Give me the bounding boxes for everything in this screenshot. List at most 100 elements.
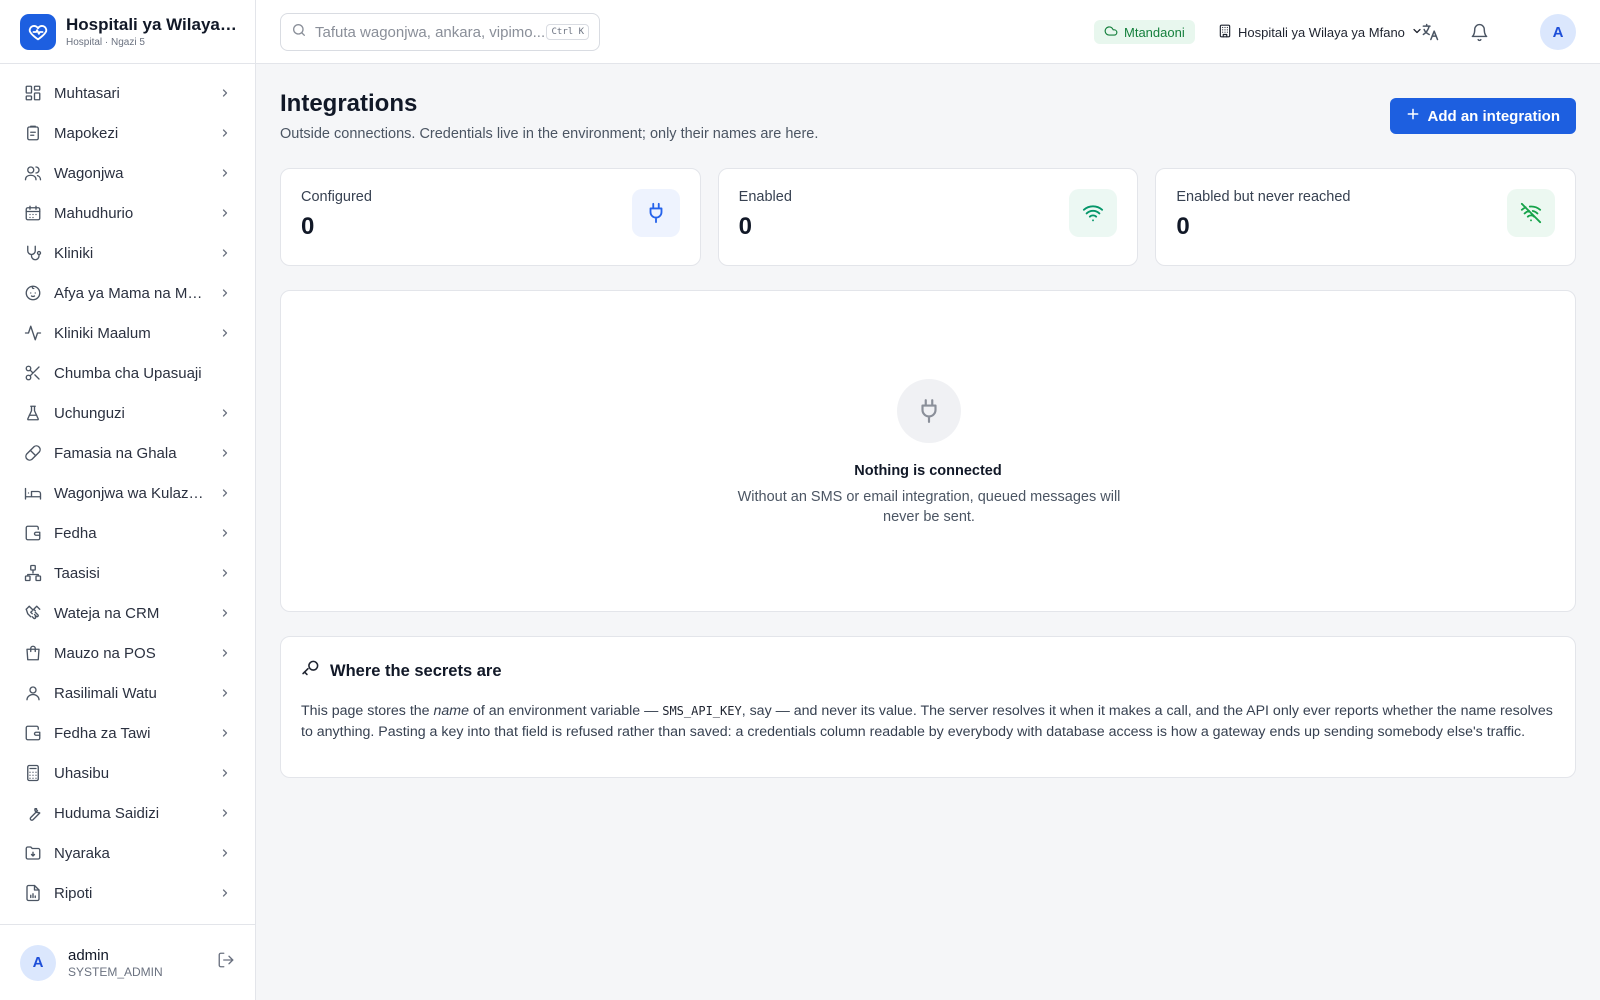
sidebar-item-label: Famasia na Ghala: [54, 444, 177, 462]
sidebar-item-fedha-za-tawi[interactable]: Fedha za Tawi: [0, 713, 255, 753]
stat-label: Configured: [301, 189, 372, 205]
sidebar-item-label: Mapokezi: [54, 124, 119, 142]
stethoscope-icon: [24, 244, 42, 262]
chevron-right-icon: [219, 407, 231, 419]
add-integration-label: Add an integration: [1427, 107, 1561, 125]
chevron-right-icon: [219, 727, 231, 739]
stat-label: Enabled: [738, 189, 792, 205]
sidebar-item-wateja-na-crm[interactable]: Wateja na CRM: [0, 593, 255, 633]
avatar[interactable]: A: [20, 944, 56, 981]
sidebar-item-chumba-cha-upasuaji[interactable]: Chumba cha Upasuaji: [0, 353, 255, 393]
sidebar-item-label: Huduma Saidizi: [54, 804, 160, 822]
users-icon: [24, 164, 42, 182]
sidebar-item-famasia-na-ghala[interactable]: Famasia na Ghala: [0, 433, 255, 473]
chevron-right-icon: [219, 487, 231, 499]
folder-icon: [24, 844, 42, 862]
cloud-icon: [1104, 24, 1118, 41]
user-icon: [24, 684, 42, 702]
empty-state: Nothing is connected Without an SMS or e…: [280, 290, 1576, 612]
chevron-right-icon: [219, 847, 231, 859]
secrets-panel: Where the secrets are This page stores t…: [280, 636, 1576, 778]
search-input[interactable]: [315, 23, 545, 41]
sidebar-item-kliniki-maalum[interactable]: Kliniki Maalum: [0, 313, 255, 353]
search-icon: [291, 22, 307, 43]
secrets-text-1: This page stores the: [301, 703, 434, 719]
sidebar-item-wagonjwa-wa-kulazwa[interactable]: Wagonjwa wa Kulazwa: [0, 473, 255, 513]
stats-row: Configured 0 Enabled 0 Enabled but never…: [280, 168, 1577, 266]
shopping-bag-icon: [24, 644, 42, 662]
activity-icon: [24, 324, 42, 342]
sidebar-item-nyaraka[interactable]: Nyaraka: [0, 833, 255, 873]
sidebar-nav: Muhtasari Mapokezi Wagonjwa Mahudhurio Klini…: [0, 64, 255, 913]
building-icon: [1218, 24, 1232, 41]
sidebar-item-kliniki[interactable]: Kliniki: [0, 233, 255, 273]
shortcut-hint: Ctrl K: [546, 24, 589, 40]
sidebar-item-label: Fedha za Tawi: [54, 724, 151, 742]
scissors-icon: [24, 364, 42, 382]
sidebar-item-mauzo-na-pos[interactable]: Mauzo na POS: [0, 633, 255, 673]
stat-value: 0: [301, 213, 315, 240]
secrets-description: This page stores the name of an environm…: [301, 701, 1555, 742]
chevron-right-icon: [219, 327, 231, 339]
chevron-right-icon: [219, 447, 231, 459]
plus-icon: [1406, 107, 1420, 125]
pill-icon: [24, 444, 42, 462]
handshake-icon: [24, 604, 42, 622]
sidebar-item-muhtasari[interactable]: Muhtasari: [0, 73, 255, 113]
chevron-right-icon: [219, 687, 231, 699]
facility-selector[interactable]: Hospitali ya Wilaya ya Mfano: [1218, 20, 1423, 44]
facility-name: Hospitali ya Wilaya ya Mfano: [1238, 24, 1405, 40]
sidebar-item-ripoti[interactable]: Ripoti: [0, 873, 255, 913]
topbar: Ctrl K Mtandaoni Hospitali ya Wilaya ya …: [256, 0, 1600, 64]
connection-status-label: Mtandaoni: [1124, 24, 1185, 40]
chevron-right-icon: [219, 767, 231, 779]
sidebar-item-afya-ya-mama-na-mtoto[interactable]: Afya ya Mama na Mtoto: [0, 273, 255, 313]
chevron-right-icon: [219, 607, 231, 619]
heart-logo-icon: [20, 13, 56, 50]
sidebar-item-mahudhurio[interactable]: Mahudhurio: [0, 193, 255, 233]
dashboard-icon: [24, 84, 42, 102]
empty-text: Without an SMS or email integration, que…: [737, 489, 1121, 525]
add-integration-button[interactable]: Add an integration: [1389, 98, 1576, 134]
sidebar-item-uchunguzi[interactable]: Uchunguzi: [0, 393, 255, 433]
report-icon: [24, 884, 42, 902]
sidebar-item-huduma-saidizi[interactable]: Huduma Saidizi: [0, 793, 255, 833]
sidebar-item-wagonjwa[interactable]: Wagonjwa: [0, 153, 255, 193]
sidebar-item-label: Uhasibu: [54, 764, 110, 782]
sidebar-item-label: Muhtasari: [54, 84, 120, 102]
baby-icon: [24, 284, 42, 302]
sidebar-item-label: Wateja na CRM: [54, 604, 160, 622]
search-box[interactable]: Ctrl K: [280, 13, 600, 51]
wallet-icon: [24, 724, 42, 742]
chevron-right-icon: [219, 807, 231, 819]
chevron-right-icon: [219, 527, 231, 539]
user-avatar[interactable]: A: [1540, 14, 1576, 50]
chevron-right-icon: [219, 127, 231, 139]
sidebar-item-taasisi[interactable]: Taasisi: [0, 553, 255, 593]
sidebar-item-rasilimali-watu[interactable]: Rasilimali Watu: [0, 673, 255, 713]
sidebar-item-label: Rasilimali Watu: [54, 684, 157, 702]
connection-status-badge: Mtandaoni: [1094, 20, 1195, 44]
logout-icon[interactable]: [217, 951, 235, 974]
brand[interactable]: Hospitali ya Wilaya ya Mfano Hospital · …: [0, 0, 255, 64]
sidebar-item-label: Mahudhurio: [54, 204, 134, 222]
sidebar-item-mapokezi[interactable]: Mapokezi: [0, 113, 255, 153]
user-panel: A admin SYSTEM_ADMIN: [0, 924, 255, 1000]
stat-label: Enabled but never reached: [1176, 189, 1351, 205]
plug-icon: [897, 379, 961, 443]
language-icon[interactable]: [1418, 20, 1442, 44]
sidebar-item-fedha[interactable]: Fedha: [0, 513, 255, 553]
chevron-right-icon: [219, 887, 231, 899]
sidebar-item-label: Chumba cha Upasuaji: [54, 364, 202, 382]
chevron-right-icon: [219, 87, 231, 99]
stat-never-reached: Enabled but never reached 0: [1155, 168, 1577, 266]
key-icon: [301, 659, 320, 683]
sidebar-item-uhasibu[interactable]: Uhasibu: [0, 753, 255, 793]
brand-title: Hospitali ya Wilaya ya Mfano: [66, 15, 235, 34]
bed-icon: [24, 484, 42, 502]
user-role: SYSTEM_ADMIN: [68, 964, 163, 979]
sidebar-item-label: Taasisi: [54, 564, 100, 582]
bell-icon[interactable]: [1467, 20, 1491, 44]
chevron-right-icon: [219, 287, 231, 299]
chevron-right-icon: [219, 207, 231, 219]
